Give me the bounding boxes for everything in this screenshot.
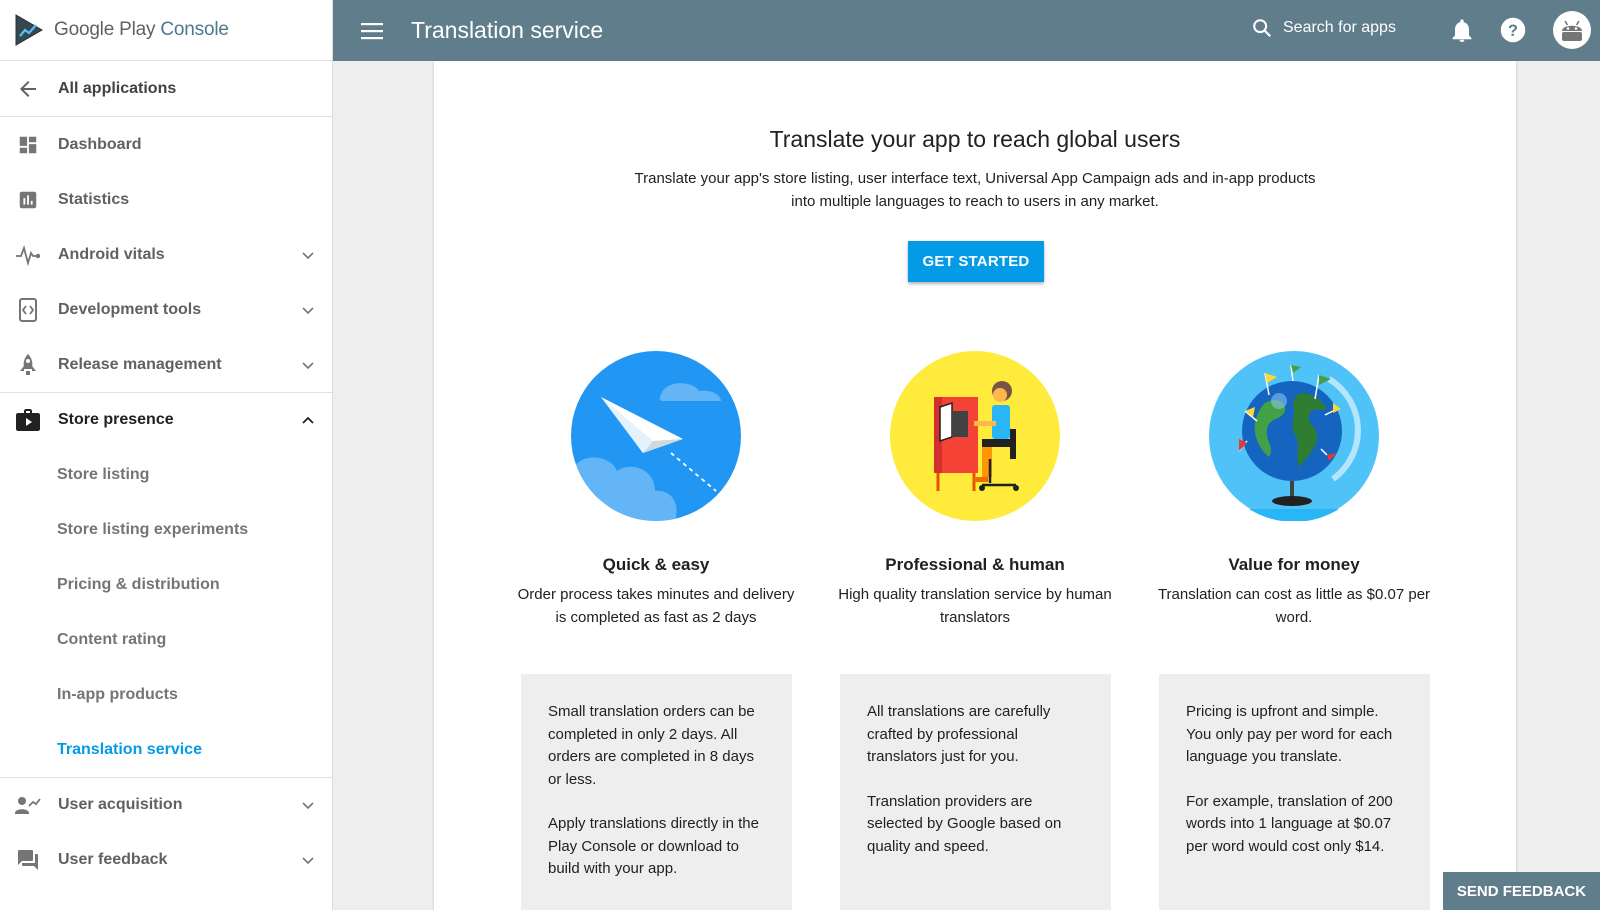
- sidebar-item-label: User feedback: [58, 850, 168, 868]
- info-paragraph: For example, translation of 200 words in…: [1186, 792, 1393, 855]
- get-started-button[interactable]: GET STARTED: [908, 241, 1044, 282]
- code-icon: [14, 297, 42, 322]
- hero-subtitle: Translate your app's store listing, user…: [634, 170, 1316, 210]
- info-paragraph: Apply translations directly in the Play …: [548, 815, 759, 877]
- help-icon[interactable]: ?: [1499, 16, 1527, 44]
- brand-name: Google Play Console: [54, 19, 229, 40]
- feature-title: Professional & human: [885, 555, 1065, 574]
- user-trend-icon: [14, 793, 42, 817]
- info-box-value-for-money: Pricing is upfront and simple. You only …: [1159, 674, 1430, 910]
- sidebar-subitem-in-app-products[interactable]: In-app products: [0, 667, 332, 722]
- sidebar-item-user-feedback[interactable]: User feedback: [0, 832, 332, 887]
- pulse-icon: [14, 243, 42, 267]
- sidebar-item-dashboard[interactable]: Dashboard: [0, 117, 332, 172]
- notifications-bell-icon[interactable]: [1450, 17, 1474, 43]
- info-paragraph: Small translation orders can be complete…: [548, 703, 755, 788]
- chevron-down-icon: [302, 251, 314, 259]
- chevron-down-icon: [302, 361, 314, 369]
- search-placeholder: Search for apps: [1283, 19, 1396, 36]
- feedback-icon: [14, 848, 42, 872]
- feature-title: Quick & easy: [602, 555, 710, 574]
- chevron-down-icon: [302, 306, 314, 314]
- sidebar: Google Play Console All applications Das…: [0, 0, 333, 910]
- sidebar-subitem-store-listing[interactable]: Store listing: [0, 447, 332, 502]
- sidebar-item-user-acquisition[interactable]: User acquisition: [0, 777, 332, 832]
- sidebar-item-label: Android vitals: [58, 245, 165, 263]
- page-title: Translation service: [411, 17, 604, 43]
- translator-illustration-icon: [890, 351, 1060, 521]
- globe-illustration-icon: [1209, 351, 1379, 521]
- paper-plane-illustration-icon: [571, 351, 741, 521]
- account-avatar[interactable]: [1553, 11, 1591, 49]
- feature-value-for-money: Value for money Translation can cost as …: [1154, 351, 1434, 629]
- sidebar-subitem-translation-service[interactable]: Translation service: [0, 722, 332, 777]
- send-feedback-button[interactable]: SEND FEEDBACK: [1443, 872, 1600, 910]
- sidebar-item-label: Dashboard: [58, 135, 142, 153]
- all-applications-label: All applications: [58, 79, 177, 97]
- sidebar-item-label: Statistics: [58, 190, 130, 208]
- info-paragraph: All translations are carefully crafted b…: [867, 703, 1051, 765]
- feature-title: Value for money: [1228, 555, 1360, 574]
- dashboard-icon: [14, 133, 42, 157]
- store-icon: [14, 408, 42, 432]
- search-apps[interactable]: Search for apps: [1251, 17, 1396, 39]
- info-box-professional-human: All translations are carefully crafted b…: [840, 674, 1111, 910]
- sidebar-item-development-tools[interactable]: Development tools: [0, 282, 332, 337]
- sidebar-item-android-vitals[interactable]: Android vitals: [0, 227, 332, 282]
- sidebar-subitem-pricing-distribution[interactable]: Pricing & distribution: [0, 557, 332, 612]
- menu-button[interactable]: [359, 18, 385, 44]
- feature-description: High quality translation service by huma…: [838, 586, 1112, 626]
- sidebar-item-label: Store presence: [58, 411, 174, 428]
- feature-description: Order process takes minutes and delivery…: [517, 586, 795, 626]
- chevron-down-icon: [302, 856, 314, 864]
- play-console-logo-icon: [15, 14, 44, 46]
- search-icon: [1253, 19, 1272, 38]
- info-paragraph: Translation providers are selected by Go…: [867, 792, 1062, 855]
- top-app-bar: Translation service Search for apps ?: [333, 0, 1600, 61]
- info-paragraph: Pricing is upfront and simple. You only …: [1186, 703, 1393, 765]
- bar-chart-icon: [14, 188, 42, 212]
- android-avatar-icon: [1562, 20, 1582, 41]
- chevron-up-icon: [302, 416, 314, 424]
- feature-quick-easy: Quick & easy Order process takes minutes…: [516, 351, 796, 629]
- hero-title: Translate your app to reach global users: [769, 126, 1181, 152]
- info-box-quick-easy: Small translation orders can be complete…: [521, 674, 792, 910]
- all-applications-link[interactable]: All applications: [0, 61, 332, 117]
- feature-description: Translation can cost as little as $0.07 …: [1157, 586, 1431, 626]
- chevron-down-icon: [302, 802, 314, 810]
- sidebar-item-label: Release management: [58, 355, 222, 373]
- sidebar-item-store-presence[interactable]: Store presence: [0, 392, 332, 447]
- arrow-back-icon: [20, 80, 36, 97]
- sidebar-subitem-store-listing-experiments[interactable]: Store listing experiments: [0, 502, 332, 557]
- svg-text:?: ?: [1508, 22, 1518, 40]
- feature-professional-human: Professional & human High quality transl…: [835, 351, 1115, 629]
- brand-header[interactable]: Google Play Console: [0, 0, 332, 61]
- rocket-icon: [14, 353, 42, 377]
- sidebar-subitem-content-rating[interactable]: Content rating: [0, 612, 332, 667]
- sidebar-item-label: User acquisition: [58, 796, 183, 813]
- sidebar-item-statistics[interactable]: Statistics: [0, 172, 332, 227]
- translation-service-card: Translate your app to reach global users…: [434, 61, 1516, 910]
- sidebar-item-release-management[interactable]: Release management: [0, 337, 332, 392]
- hamburger-menu-icon: [361, 22, 383, 39]
- sidebar-item-label: Development tools: [58, 300, 202, 318]
